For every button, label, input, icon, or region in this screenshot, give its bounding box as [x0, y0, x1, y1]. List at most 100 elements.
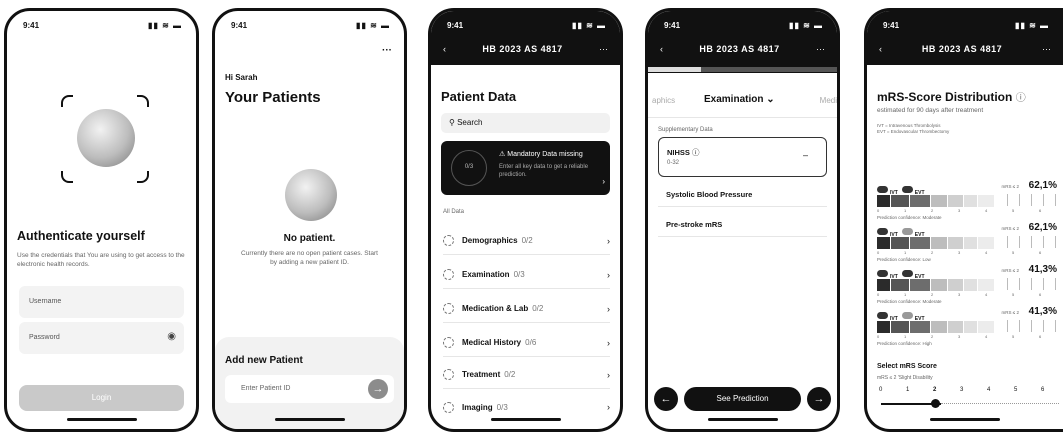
add-patient-sheet: Add new Patient Enter Patient ID →	[215, 337, 404, 429]
greeting: Hi Sarah	[225, 73, 258, 82]
tick-mark	[1055, 278, 1056, 290]
more-icon[interactable]: ···	[1042, 44, 1051, 54]
eye-icon[interactable]: ◉	[167, 331, 176, 342]
prev-button[interactable]: ←	[654, 387, 678, 411]
ivt-toggle-icon[interactable]	[877, 228, 888, 236]
back-icon[interactable]: ‹	[879, 44, 882, 54]
evt-toggle-icon[interactable]	[901, 270, 913, 278]
bar-segment	[877, 237, 892, 249]
status-bar: 9:41 ▮▮ ≋ ▬	[7, 11, 196, 41]
legend-evt: EVT = Endovascular Thrombectomy	[877, 129, 950, 134]
corner-bracket-icon	[137, 171, 149, 183]
mrs-slider[interactable]: 0 1 2 3 4 5 6	[877, 387, 1063, 411]
item-label: Medical History	[462, 338, 522, 347]
tick-mark	[1043, 194, 1044, 206]
status-circle-icon	[443, 303, 454, 314]
scale-numbers: 0 1 2 3 4 5 6	[877, 250, 1057, 256]
search-input[interactable]: ⚲ Search	[441, 113, 610, 133]
list-item-demographics[interactable]: Demographics 0/2 ›	[443, 227, 610, 255]
treatment-row-header: IVT EVT mRS ≤ 2 62,1%	[877, 222, 1059, 238]
mrs-threshold-label: mRS ≤ 2	[1001, 184, 1019, 189]
bar-segment	[910, 279, 932, 291]
tick-mark	[1007, 236, 1008, 248]
ivt-toggle-icon[interactable]	[877, 186, 888, 194]
next-button[interactable]: →	[807, 387, 831, 411]
phone-patients: 9:41 ▮▮ ≋ ▬ ··· Hi Sarah Your Patients N…	[212, 8, 407, 432]
ivt-toggle-icon[interactable]	[877, 312, 888, 320]
tick-mark	[1007, 278, 1008, 290]
patient-id-input[interactable]: Enter Patient ID →	[225, 375, 394, 403]
arrow-right-icon[interactable]: →	[368, 379, 388, 399]
tick-mark	[1019, 320, 1020, 332]
chevron-right-icon: ›	[607, 369, 610, 380]
alert-title: ⚠ Mandatory Data missing	[499, 150, 583, 158]
username-field[interactable]: Username	[19, 286, 184, 318]
home-indicator	[707, 418, 778, 421]
nihss-label: NIHSS ⓘ	[667, 147, 700, 158]
slider-label[interactable]: 4	[987, 387, 990, 393]
list-item-medication-lab[interactable]: Medication & Lab 0/2 ›	[443, 295, 610, 323]
systolic-bp-field[interactable]: Systolic Blood Pressure	[658, 181, 827, 207]
evt-toggle-icon[interactable]	[901, 228, 913, 236]
nav-title: HB 2023 AS 4817	[921, 44, 1003, 54]
chevron-right-icon: ›	[607, 235, 610, 246]
slider-label[interactable]: 6	[1041, 387, 1044, 393]
phone-mrs-distribution: 9:41 ▮▮ ≋ ▬ ‹ HB 2023 AS 4817 ··· mRS-Sc…	[864, 8, 1063, 432]
treatment-row-header: IVT EVT mRS ≤ 2 41,3%	[877, 264, 1059, 280]
corner-bracket-icon	[137, 95, 149, 107]
prestroke-mrs-field[interactable]: Pre-stroke mRS	[658, 211, 827, 237]
slider-label[interactable]: 2	[933, 387, 936, 393]
info-icon[interactable]: ⓘ	[692, 148, 700, 157]
scale-number: 0	[877, 208, 880, 213]
list-item-imaging[interactable]: Imaging 0/3 ›	[443, 393, 610, 421]
scale-number: 2	[931, 208, 934, 213]
section-label: All Data	[443, 209, 465, 215]
see-prediction-button[interactable]: See Prediction	[684, 387, 801, 411]
more-icon[interactable]: ···	[599, 44, 608, 54]
scale-number: 5	[1012, 250, 1015, 255]
tab-examination[interactable]: Examination ⌄	[704, 94, 775, 105]
bar-segment	[931, 279, 948, 291]
input-placeholder: Enter Patient ID	[241, 385, 291, 392]
list-item-treatment[interactable]: Treatment 0/2 ›	[443, 361, 610, 389]
mrs-value: 62,1%	[1028, 180, 1057, 191]
slider-label[interactable]: 1	[906, 387, 909, 393]
scale-number: 5	[1012, 292, 1015, 297]
item-count: 0/6	[525, 338, 537, 347]
list-item-examination[interactable]: Examination 0/3 ›	[443, 261, 610, 289]
page-title-text: mRS-Score Distribution	[877, 90, 1013, 104]
back-icon[interactable]: ‹	[660, 44, 663, 54]
item-label: Imaging	[462, 402, 493, 412]
scale-number: 2	[931, 250, 934, 255]
back-icon[interactable]: ‹	[443, 44, 446, 54]
more-menu-button[interactable]: ···	[382, 45, 392, 56]
slider-label[interactable]: 0	[879, 387, 882, 393]
alert-text: Enter all key data to get a reliable pre…	[499, 164, 589, 178]
tab-medication[interactable]: Medic	[820, 96, 837, 105]
slider-track	[941, 403, 1059, 404]
slider-thumb[interactable]	[931, 399, 940, 408]
ivt-toggle-icon[interactable]	[877, 270, 888, 278]
scale-number: 3	[958, 334, 961, 339]
bar-segment	[891, 237, 911, 249]
scale-number: 1	[904, 208, 907, 213]
nihss-field[interactable]: NIHSS ⓘ 0-32 –	[658, 137, 827, 177]
more-icon[interactable]: ···	[816, 44, 825, 54]
slider-label[interactable]: 5	[1014, 387, 1017, 393]
login-button[interactable]: Login	[19, 385, 184, 411]
evt-toggle-icon[interactable]	[901, 312, 913, 320]
scale-number: 6	[1039, 208, 1042, 213]
list-item-medical-history[interactable]: Medical History 0/6 ›	[443, 329, 610, 357]
slider-label[interactable]: 3	[960, 387, 963, 393]
bar-segment	[978, 321, 995, 333]
page-title: Patient Data	[441, 89, 517, 104]
tab-label: Examination	[704, 94, 764, 105]
bar-segment	[978, 237, 995, 249]
page-subtitle: estimated for 90 days after treatment	[877, 107, 984, 114]
tick-mark	[1019, 194, 1020, 206]
evt-toggle-icon[interactable]	[901, 186, 913, 194]
password-field[interactable]: Password ◉	[19, 322, 184, 354]
mandatory-alert-card[interactable]: 0/3 ⚠ Mandatory Data missing Enter all k…	[441, 141, 610, 195]
tab-demographics[interactable]: aphics	[652, 96, 675, 105]
info-icon[interactable]: ⓘ	[1016, 93, 1026, 104]
